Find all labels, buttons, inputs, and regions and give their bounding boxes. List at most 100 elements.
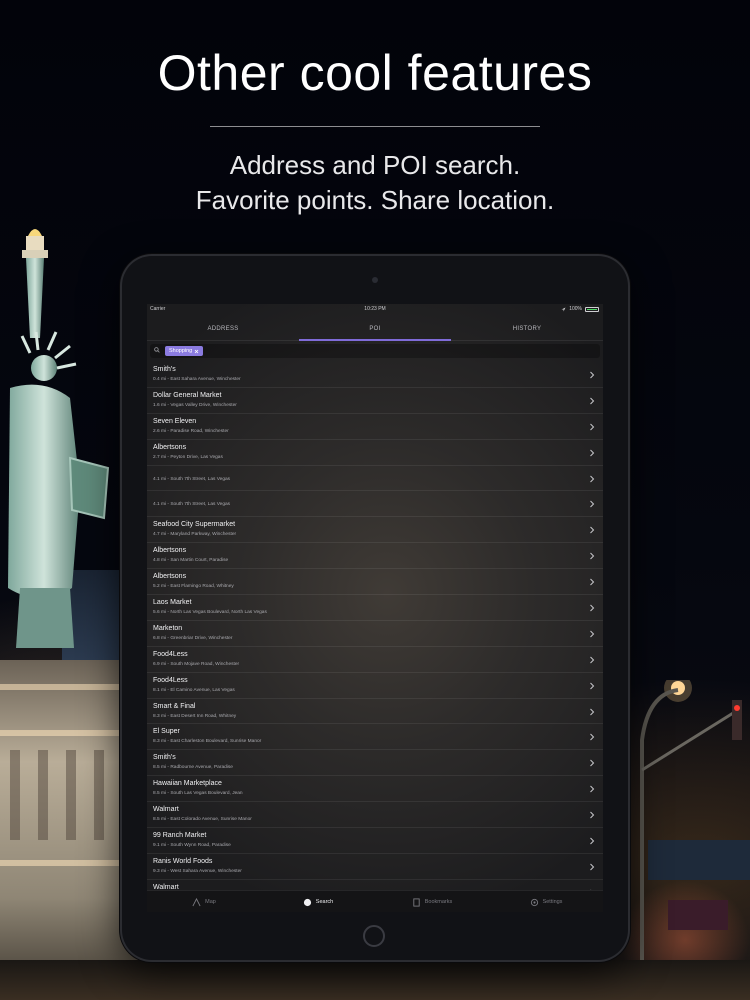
bottom-tab-label: Bookmarks <box>424 899 453 905</box>
chevron-right-icon <box>590 604 595 612</box>
list-item[interactable]: El Super 8.3 mi - East Charleston Bouleva… <box>147 724 603 751</box>
poi-name: Seafood City Supermarket <box>153 521 236 529</box>
chevron-right-icon <box>590 552 595 560</box>
list-item[interactable]: 4.1 mi - South 7th Street, Las Vegas <box>147 466 603 492</box>
poi-distance-address: 4.1 mi - South 7th Street, Las Vegas <box>153 502 231 508</box>
status-bar: Carrier 10:23 PM 100% <box>147 304 603 314</box>
poi-name: Smith's <box>153 366 176 373</box>
tab-history[interactable]: HISTORY <box>451 318 603 340</box>
poi-name: Albertsons <box>153 573 187 581</box>
tab-address[interactable]: ADDRESS <box>147 318 299 340</box>
close-icon[interactable] <box>194 349 199 354</box>
poi-distance-address: 9.3 mi - West Sahara Avenue, Winchester <box>153 868 242 874</box>
list-item[interactable]: Food4Less 6.9 mi - South Mojave Road, Win… <box>147 647 603 673</box>
map-pin-icon <box>192 897 201 906</box>
poi-name: Marketon <box>153 624 183 632</box>
chevron-right-icon <box>590 397 595 405</box>
poi-distance-address: 0.4 mi - East Sahara Avenue, Winchester <box>153 377 241 382</box>
poi-distance-address: 6.9 mi - South Mojave Road, Winchester <box>153 661 240 667</box>
list-item[interactable]: Food4Less 8.1 mi - El Camino Avenue, Las … <box>147 673 603 699</box>
street-lamp-image <box>640 680 750 1000</box>
list-item[interactable]: Seafood City Supermarket 4.7 mi - Marylan… <box>147 517 603 544</box>
poi-distance-address: 8.5 mi - East Colorado Avenue, Sunrise M… <box>153 817 252 823</box>
poi-name: Smith's <box>153 754 176 762</box>
poi-name: Hawaiian Marketplace <box>153 780 222 788</box>
poi-name: Seven Eleven <box>153 417 197 425</box>
chevron-right-icon <box>590 656 595 664</box>
poi-distance-address: 9.1 mi - South Wynn Road, Paradise <box>153 843 231 849</box>
promo-subline-2: Favorite points. Share location. <box>195 185 555 215</box>
promo-subline-1: Address and POI search. <box>229 150 521 180</box>
list-item[interactable]: Smith's 0.4 mi - East Sahara Avenue, Winc… <box>147 362 603 388</box>
list-item[interactable]: Walmart 8.5 mi - East Colorado Avenue, Su… <box>147 802 603 829</box>
clock-label: 10:23 PM <box>364 306 386 312</box>
chevron-right-icon <box>590 423 595 431</box>
battery-percent: 100% <box>569 306 582 312</box>
battery-icon <box>585 306 599 312</box>
poi-distance-address: 8.3 mi - East Desert Inn Road, Whitney <box>153 713 237 719</box>
promo-headline: Other cool features <box>157 45 593 101</box>
list-item[interactable]: Seven Eleven 2.6 mi - Paradise Road, Winc… <box>147 414 603 440</box>
poi-name: Laos Market <box>153 599 192 607</box>
list-item[interactable]: Albertsons 4.8 mi - San Martin Court, Par… <box>147 543 603 570</box>
chevron-right-icon <box>590 371 595 379</box>
poi-name: 99 Ranch Market <box>153 832 207 840</box>
list-item[interactable]: Hawaiian Marketplace 8.5 mi - South Las V… <box>147 776 603 803</box>
chevron-right-icon <box>590 785 595 793</box>
poi-distance-address: 1.6 mi - Vegas Valley Drive, Winchester <box>153 402 237 408</box>
poi-search-input[interactable]: Shopping <box>150 344 600 358</box>
street-ground <box>0 960 750 1000</box>
list-item[interactable]: Dollar General Market 1.6 mi - Vegas Vall… <box>147 388 603 414</box>
search-mode-tabs: ADDRESS POI HISTORY <box>147 318 603 341</box>
chevron-right-icon <box>590 863 595 871</box>
list-item[interactable]: Marketon 6.8 mi - Greenbriar Drive, Winch… <box>147 621 603 647</box>
bottom-tab-search[interactable]: Search <box>261 891 375 912</box>
front-camera <box>372 277 378 283</box>
poi-distance-address: 4.7 mi - Maryland Parkway, Winchester <box>153 532 237 538</box>
list-item[interactable]: Smart & Final 8.3 mi - East Desert Inn Ro… <box>147 699 603 725</box>
poi-name: Dollar General Market <box>153 391 222 399</box>
category-chip[interactable]: Shopping <box>165 346 204 356</box>
ipad-device-frame: Carrier 10:23 PM 100% ADDRESS POI HISTOR… <box>122 256 628 960</box>
list-item[interactable]: Walmart <box>147 880 603 890</box>
poi-name: Ranis World Foods <box>153 857 213 865</box>
poi-distance-address: 6.8 mi - Greenbriar Drive, Winchester <box>153 635 233 641</box>
poi-name: Food4Less <box>153 650 188 658</box>
bottom-tab-settings[interactable]: Settings <box>489 891 603 912</box>
headline-divider <box>210 126 540 127</box>
chevron-right-icon <box>590 760 595 767</box>
tab-poi[interactable]: POI <box>299 318 451 341</box>
gear-icon <box>530 898 538 906</box>
chevron-right-icon <box>590 526 595 534</box>
poi-distance-address: 8.5 mi - Radbourne Avenue, Paradise <box>153 765 233 771</box>
chevron-right-icon <box>590 734 595 741</box>
list-item[interactable]: Smith's 8.5 mi - Radbourne Avenue, Paradi… <box>147 750 603 777</box>
list-item[interactable]: Laos Market 5.6 mi - North Las Vegas Boul… <box>147 595 603 621</box>
list-item[interactable]: 99 Ranch Market 9.1 mi - South Wynn Road,… <box>147 828 603 854</box>
home-button[interactable] <box>363 925 385 947</box>
poi-name: Walmart <box>153 806 179 814</box>
status-right: 100% <box>561 306 599 312</box>
category-chip-label: Shopping <box>169 348 193 354</box>
list-item[interactable]: Ranis World Foods 9.3 mi - West Sahara Av… <box>147 854 603 880</box>
list-item[interactable]: Albertsons 2.7 mi - Peyton Drive, Las Veg… <box>147 440 603 466</box>
location-arrow-icon <box>561 307 566 311</box>
poi-distance-address: 4.1 mi - South 7th Street, Las Vegas <box>153 476 231 482</box>
chevron-right-icon <box>590 811 595 819</box>
app-screen: Carrier 10:23 PM 100% ADDRESS POI HISTOR… <box>147 304 603 912</box>
list-item[interactable]: Albertsons 5.2 mi - East Flamingo Road, W… <box>147 569 603 596</box>
poi-name: Albertsons <box>153 443 187 451</box>
chevron-right-icon <box>590 578 595 586</box>
poi-distance-address: 4.8 mi - San Martin Court, Paradise <box>153 558 229 564</box>
poi-name: Albertsons <box>153 547 187 555</box>
poi-distance-address: 8.5 mi - South Las Vegas Boulevard, Jean <box>153 791 243 797</box>
chevron-right-icon <box>590 682 595 690</box>
bottom-tab-map[interactable]: Map <box>147 891 261 912</box>
statue-of-liberty-image <box>8 229 110 648</box>
list-item[interactable]: 4.1 mi - South 7th Street, Las Vegas <box>147 491 603 518</box>
poi-distance-address: 2.7 mi - Peyton Drive, Las Vegas <box>153 454 223 460</box>
poi-name: El Super <box>153 728 180 736</box>
poi-distance-address: 5.6 mi - North Las Vegas Boulevard, Nort… <box>153 610 267 616</box>
search-icon <box>303 898 311 906</box>
bottom-tab-bookmarks[interactable]: Bookmarks <box>375 891 489 912</box>
